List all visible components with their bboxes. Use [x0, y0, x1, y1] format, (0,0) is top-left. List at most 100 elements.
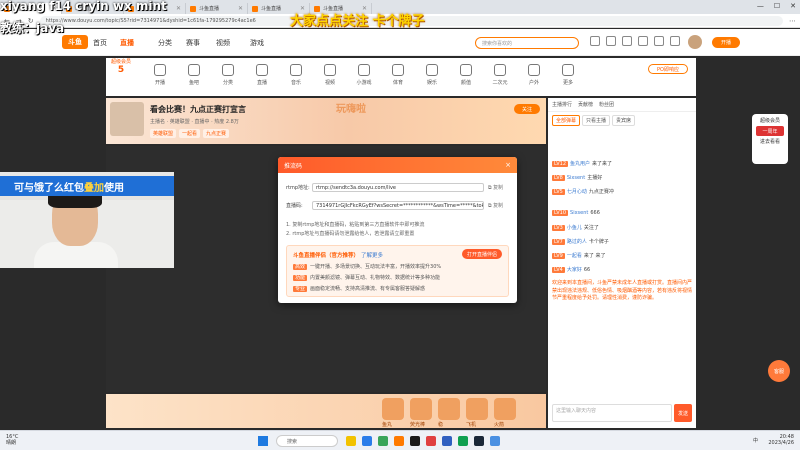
companion-promo: 斗鱼直播伴侣（官方推荐） 了解更多 打开直播伴侣 高效 一键开播、多场景切换、互动…	[286, 245, 509, 297]
app-icon[interactable]	[426, 436, 436, 446]
room-tag[interactable]: 九点正赛	[203, 129, 230, 138]
category-icon	[562, 64, 574, 76]
category-item[interactable]: 更多	[554, 64, 582, 86]
category-item[interactable]: 视频	[316, 64, 344, 86]
app-icon[interactable]	[490, 436, 500, 446]
modal-note: 2. rtmp地址与直播码请勿泄露给他人，若泄露请立即重置	[286, 231, 415, 237]
category-item[interactable]: 娱乐	[418, 64, 446, 86]
level-box[interactable]: 超级会员 5	[106, 58, 136, 96]
search-input[interactable]: 搜索你喜欢的	[475, 37, 579, 49]
category-item[interactable]: 音乐	[282, 64, 310, 86]
rtmp-address-field[interactable]: rtmp://sendtc3a.douyu.com/live	[312, 183, 484, 192]
clock[interactable]: 20:48 2023/4/26	[768, 434, 794, 446]
gift-item[interactable]	[494, 398, 516, 420]
windows-start-icon[interactable]	[258, 436, 268, 446]
chat-tab-all[interactable]: 全部弹幕	[552, 115, 581, 126]
close-window-icon[interactable]: ✕	[790, 2, 796, 10]
copy-address-button[interactable]: ⧉ 复制	[488, 184, 503, 191]
category-item[interactable]: 颜值	[452, 64, 480, 86]
category-item[interactable]: 小游戏	[350, 64, 378, 86]
side-promo[interactable]: 超级会员 一周年 进去看看	[752, 114, 788, 164]
copy-icon: ⧉	[488, 185, 492, 191]
nav-category[interactable]: 分类	[158, 38, 172, 48]
category-icon	[290, 64, 302, 76]
category-item[interactable]: 户外	[520, 64, 548, 86]
stream-code-field[interactable]: 7314971rGJIcFkcRGyEf?wsSecret=**********…	[312, 201, 484, 210]
gift-item[interactable]	[438, 398, 460, 420]
download-icon[interactable]	[622, 36, 632, 46]
category-icon	[154, 64, 166, 76]
room-tags: 英雄联盟 一起看 九点正赛	[150, 129, 230, 138]
file-explorer-icon[interactable]	[346, 436, 356, 446]
more-icon[interactable]: ⋯	[789, 17, 796, 25]
message-icon[interactable]	[638, 36, 648, 46]
category-icon	[222, 64, 234, 76]
room-title: 看会比赛！九点正赛打宣言	[150, 105, 246, 114]
chat-tab-vip[interactable]: 贵宾席	[612, 115, 636, 126]
close-icon[interactable]: ✕	[238, 5, 243, 12]
maximize-icon[interactable]: ☐	[774, 2, 780, 10]
room-tag[interactable]: 一起看	[179, 129, 201, 138]
chat-message: LV12 鱼丸用户 来了来了	[552, 161, 613, 167]
chat-message: LV9 一起看 来了 来了	[552, 253, 606, 259]
service-float-button[interactable]: 客服	[768, 360, 790, 382]
obs-icon[interactable]	[410, 436, 420, 446]
chat-input[interactable]: 这里输入聊天内容	[552, 404, 672, 422]
category-item[interactable]: 体育	[384, 64, 412, 86]
rank-tab[interactable]: 主播排行	[552, 101, 572, 108]
app-icon[interactable]	[378, 436, 388, 446]
overlay-text: xiyang f14 cryin wx mint	[0, 0, 167, 13]
send-button[interactable]: 发送	[674, 404, 692, 422]
open-companion-button[interactable]: 打开直播伴侣	[462, 249, 502, 259]
gift-item[interactable]	[466, 398, 488, 420]
room-tag[interactable]: 英雄联盟	[150, 129, 177, 138]
task-icon[interactable]	[654, 36, 664, 46]
avatar[interactable]	[688, 35, 702, 49]
nav-home[interactable]: 首页	[93, 38, 107, 48]
edge-icon[interactable]	[362, 436, 372, 446]
overlay-caption: 大家点点关注 卡个牌子	[290, 14, 425, 29]
follow-button[interactable]: 关注	[514, 104, 540, 114]
follow-icon[interactable]	[606, 36, 616, 46]
steam-icon[interactable]	[474, 436, 484, 446]
category-item[interactable]: 开播	[146, 64, 174, 86]
gift-item[interactable]	[410, 398, 432, 420]
category-item[interactable]: 鱼吧	[180, 64, 208, 86]
streamer-avatar[interactable]	[110, 102, 144, 136]
weather-widget[interactable]: 16°C 晴朗	[6, 434, 18, 446]
site-favicon-icon	[190, 5, 196, 12]
category-icon	[256, 64, 268, 76]
category-icon	[426, 64, 438, 76]
category-item[interactable]: 二次元	[486, 64, 514, 86]
gift-icon[interactable]	[670, 36, 680, 46]
promo-link[interactable]: 了解更多	[361, 253, 383, 259]
rank-tab[interactable]: 贡献榜	[578, 101, 593, 108]
taskbar-search[interactable]: 搜索	[276, 435, 338, 447]
po-button[interactable]: PO即响应	[648, 64, 688, 74]
open-live-button[interactable]: 开播	[712, 37, 740, 48]
room-header: 看会比赛！九点正赛打宣言 主播名 · 英雄联盟 · 直播中 · 热度 2.8万 …	[106, 98, 546, 144]
chat-message: LV3 小鱼儿 关注了	[552, 225, 599, 231]
app-icon[interactable]	[442, 436, 452, 446]
douyu-icon[interactable]	[394, 436, 404, 446]
gift-item[interactable]	[382, 398, 404, 420]
chat-message: LV4 大家好 66	[552, 267, 591, 273]
site-logo[interactable]: 斗鱼	[62, 35, 88, 49]
chat-tab-streamer[interactable]: 只看主播	[582, 115, 611, 126]
browser-tab[interactable]: 斗鱼直播 ✕	[186, 3, 248, 14]
wechat-icon[interactable]	[458, 436, 468, 446]
category-item[interactable]: 分类	[214, 64, 242, 86]
nav-live[interactable]: 直播	[120, 38, 134, 48]
close-icon[interactable]: ✕	[176, 5, 181, 12]
minimize-icon[interactable]: —	[757, 2, 764, 10]
copy-code-button[interactable]: ⧉ 复制	[488, 202, 503, 209]
tray-ime[interactable]: 中	[753, 437, 758, 444]
nav-video[interactable]: 视频	[216, 38, 230, 48]
nav-match[interactable]: 赛事	[186, 38, 200, 48]
nav-game[interactable]: 游戏	[250, 38, 264, 48]
history-icon[interactable]	[590, 36, 600, 46]
close-icon[interactable]: ×	[505, 161, 511, 169]
category-item[interactable]: 直播	[248, 64, 276, 86]
rank-tab[interactable]: 粉丝团	[599, 101, 614, 108]
cam-banner: 可与饿了么红包 叠加 使用	[0, 176, 174, 196]
